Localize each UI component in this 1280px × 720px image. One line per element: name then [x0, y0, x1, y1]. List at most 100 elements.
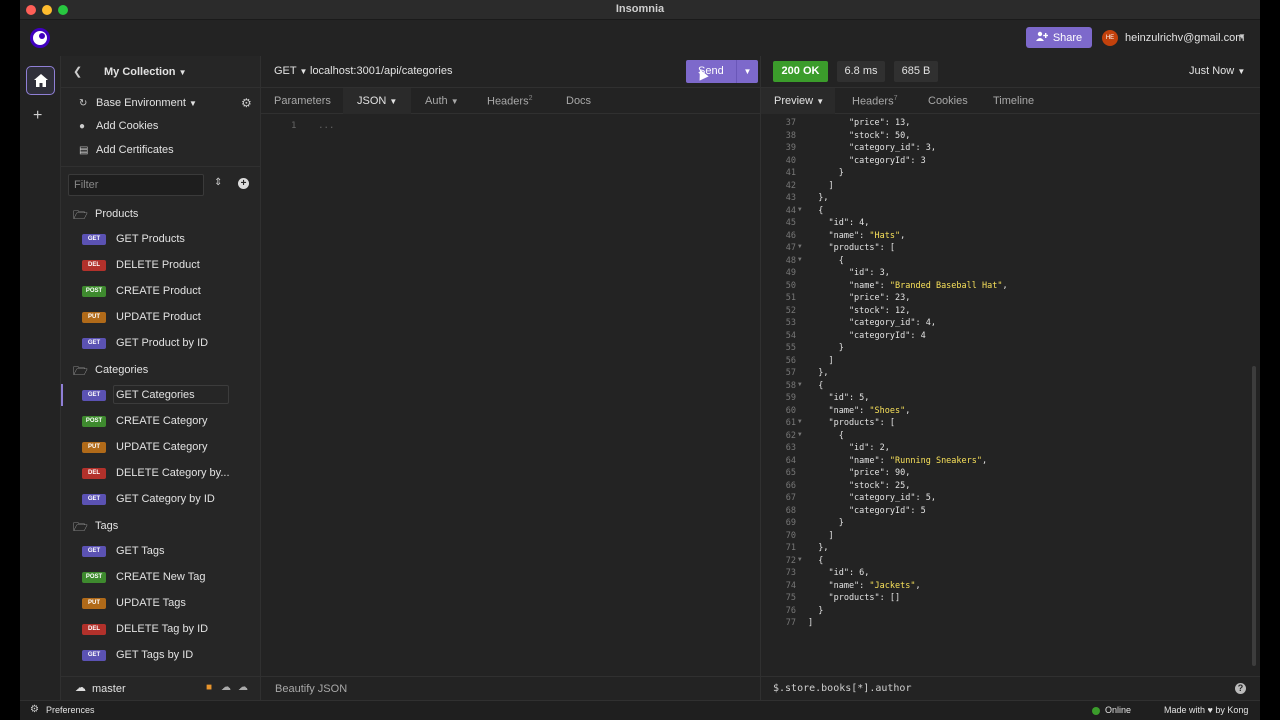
gear-icon[interactable]: ⚙	[30, 704, 39, 715]
sidebar-request-item[interactable]: GET GET Categories	[61, 384, 261, 406]
tab-headers[interactable]: Headers2	[487, 95, 532, 108]
filter-input[interactable]: Filter	[68, 174, 204, 196]
branch-name[interactable]: master	[92, 683, 126, 695]
gear-icon[interactable]: ⚙	[241, 96, 252, 110]
line-number: 69	[785, 518, 796, 528]
cloud-download-icon[interactable]: ☁	[221, 682, 231, 693]
online-status: Online	[1105, 705, 1132, 715]
sidebar-request-item[interactable]: PUT UPDATE Product	[61, 306, 261, 328]
method-selector[interactable]: GET ▼	[274, 65, 307, 77]
share-button[interactable]: Share	[1026, 27, 1092, 48]
environment-selector[interactable]: ↻ Base Environment ▼ ⚙	[61, 92, 261, 114]
response-filter-input[interactable]: $.store.books[*].author	[773, 683, 911, 694]
add-request-icon[interactable]: +	[238, 178, 249, 189]
chevron-left-icon[interactable]: ❮	[73, 65, 82, 78]
fold-toggle-icon[interactable]: ▼	[798, 381, 802, 388]
sidebar-request-item[interactable]: POST CREATE New Tag	[61, 566, 261, 588]
response-tabs: Preview ▼ Headers7 Cookies Timeline	[761, 88, 1260, 114]
sidebar-request-item[interactable]: DEL DELETE Tag by ID	[61, 618, 261, 640]
method-badge: PUT	[82, 442, 106, 453]
fold-toggle-icon[interactable]: ▼	[798, 431, 802, 438]
sync-icon[interactable]: ■	[206, 682, 212, 693]
home-button[interactable]	[26, 66, 55, 95]
line-number: 40	[785, 155, 796, 166]
collection-title[interactable]: My Collection ▼	[104, 66, 187, 78]
sidebar-request-item[interactable]: GET GET Category by ID	[61, 488, 261, 510]
environment-label: Base Environment ▼	[96, 97, 197, 109]
cloud-upload-icon[interactable]: ☁	[238, 682, 248, 693]
line-number: 57	[785, 368, 796, 378]
scrollbar[interactable]	[1252, 366, 1256, 666]
insomnia-logo-icon[interactable]	[30, 28, 50, 48]
folder-products[interactable]: 🗁 Products	[61, 202, 261, 226]
method-badge: GET	[82, 234, 106, 245]
tab-docs[interactable]: Docs	[566, 95, 591, 107]
sidebar-request-item[interactable]: POST CREATE Category	[61, 410, 261, 432]
tab-json[interactable]: JSON ▼	[357, 95, 397, 107]
sidebar-request-item[interactable]: PUT UPDATE Tags	[61, 592, 261, 614]
folder-tags[interactable]: 🗁 Tags	[61, 514, 261, 538]
line-number: 59	[785, 393, 796, 403]
code-text: },	[808, 543, 829, 553]
avatar[interactable]: HE	[1102, 30, 1118, 46]
line-number: 60	[785, 405, 796, 416]
sidebar-request-item[interactable]: DEL DELETE Category by...	[61, 462, 261, 484]
certificate-icon: ▤	[79, 144, 89, 156]
help-icon[interactable]: ?	[1235, 683, 1246, 694]
request-name: UPDATE Tags	[116, 597, 186, 609]
fold-toggle-icon[interactable]: ▼	[798, 418, 802, 425]
fold-toggle-icon[interactable]: ▼	[798, 243, 802, 250]
line-number: 42	[785, 180, 796, 191]
code-text: "name": "Running Sneakers",	[808, 455, 988, 466]
sidebar-request-item[interactable]: GET GET Tags	[61, 540, 261, 562]
code-text: "id": 4,	[808, 218, 870, 228]
tab-response-headers[interactable]: Headers7	[852, 95, 897, 108]
sidebar-request-item[interactable]: PUT UPDATE Category	[61, 436, 261, 458]
request-name: GET Tags by ID	[116, 649, 194, 661]
line-number: 58	[785, 380, 796, 391]
add-cookies-link[interactable]: ● Add Cookies	[61, 115, 261, 137]
send-options-chevron-icon[interactable]: ▼	[736, 60, 758, 83]
folder-icon: 🗁	[73, 520, 88, 534]
fold-toggle-icon[interactable]: ▼	[798, 206, 802, 213]
fold-toggle-icon[interactable]: ▼	[798, 256, 802, 263]
tab-auth[interactable]: Auth ▼	[425, 95, 459, 107]
user-email[interactable]: heinzulrichv@gmail.com	[1125, 32, 1244, 44]
code-text: "category_id": 5,	[808, 493, 936, 503]
sidebar-request-item[interactable]: DEL DELETE Product	[61, 254, 261, 276]
response-body-viewer[interactable]: 37 "price": 13, 38 "stock": 50, 39 "catego…	[761, 116, 1256, 671]
refresh-icon: ↻	[79, 97, 88, 109]
url-input[interactable]: localhost:3001/api/categories	[310, 65, 452, 77]
sidebar-request-item[interactable]: GET GET Products	[61, 228, 261, 250]
preferences-link[interactable]: Preferences	[46, 705, 95, 715]
tab-preview[interactable]: Preview ▼	[774, 95, 824, 107]
history-dropdown[interactable]: Just Now ▼	[1189, 65, 1245, 77]
tab-timeline[interactable]: Timeline	[993, 95, 1034, 107]
add-project-icon[interactable]: +	[33, 107, 42, 125]
request-tabs: Parameters JSON ▼ Auth ▼ Headers2 Docs	[261, 88, 761, 114]
code-text: }	[808, 518, 844, 528]
sidebar-request-item[interactable]: GET GET Tags by ID	[61, 644, 261, 666]
code-text: ]	[808, 355, 834, 366]
tab-parameters[interactable]: Parameters	[274, 95, 331, 107]
code-text: "id": 5,	[808, 393, 870, 403]
line-number: 47	[785, 243, 796, 253]
chevron-down-icon[interactable]: ▼	[1238, 32, 1246, 41]
tab-cookies[interactable]: Cookies	[928, 95, 968, 107]
code-text: {	[808, 380, 824, 391]
url-bar: GET ▼ localhost:3001/api/categories Send…	[261, 56, 761, 88]
sort-icon[interactable]: ⇕	[214, 177, 222, 188]
folder-categories[interactable]: 🗁 Categories	[61, 358, 261, 382]
code-text: "products": []	[808, 593, 901, 603]
sidebar-request-item[interactable]: GET GET Product by ID	[61, 332, 261, 354]
beautify-json-button[interactable]: Beautify JSON	[275, 683, 347, 695]
add-certificates-link[interactable]: ▤ Add Certificates	[61, 139, 261, 161]
sidebar-request-item[interactable]: POST CREATE Product	[61, 280, 261, 302]
editor-placeholder: ...	[318, 121, 335, 131]
share-label: Share	[1052, 31, 1083, 44]
fold-toggle-icon[interactable]: ▼	[798, 556, 802, 563]
made-with-kong[interactable]: Made with ♥ by Kong	[1164, 705, 1248, 715]
method-badge: PUT	[82, 598, 106, 609]
line-number: 66	[785, 480, 796, 491]
request-body-editor[interactable]: 1 ...	[291, 121, 334, 131]
